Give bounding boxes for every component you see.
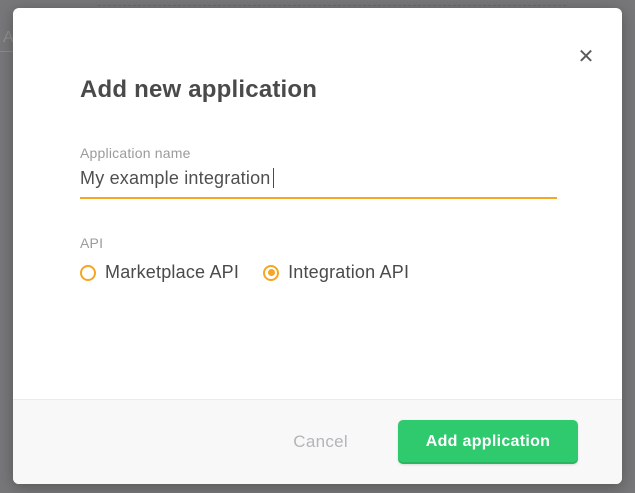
radio-marketplace-api[interactable]: Marketplace API — [80, 262, 239, 283]
close-button[interactable]: ✕ — [572, 42, 600, 70]
radio-icon — [80, 265, 96, 281]
api-radio-group: API Marketplace API Integration API — [80, 235, 409, 283]
radio-label: Marketplace API — [105, 262, 239, 283]
radio-integration-api[interactable]: Integration API — [263, 262, 409, 283]
application-name-label: Application name — [80, 145, 557, 161]
close-icon: ✕ — [578, 44, 595, 68]
radio-icon — [263, 265, 279, 281]
screen: A ✕ Add new application Application name… — [0, 0, 635, 493]
radio-label: Integration API — [288, 262, 409, 283]
dialog-title: Add new application — [80, 76, 317, 104]
api-group-label: API — [80, 235, 409, 251]
add-application-button[interactable]: Add application — [398, 420, 578, 464]
background-page-rule — [0, 51, 13, 52]
cancel-button[interactable]: Cancel — [285, 426, 356, 458]
dialog-footer: Cancel Add application — [13, 399, 622, 484]
application-name-input[interactable]: My example integration — [80, 168, 557, 199]
application-name-field: Application name My example integration — [80, 145, 557, 199]
application-name-value: My example integration — [80, 168, 271, 188]
api-radio-row: Marketplace API Integration API — [80, 262, 409, 283]
background-page-divider — [98, 5, 566, 6]
add-application-dialog: ✕ Add new application Application name M… — [13, 8, 622, 484]
text-cursor — [273, 168, 275, 188]
